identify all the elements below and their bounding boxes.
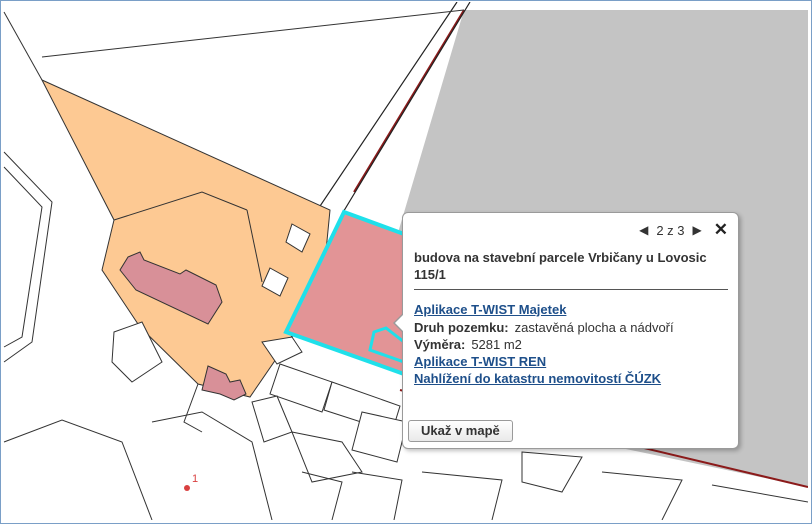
popup-pager: ◀ 2 z 3 ▶ ✕ bbox=[639, 220, 728, 240]
link-cuzk[interactable]: Nahlížení do katastru nemovitostí ČÚZK bbox=[414, 371, 661, 386]
show-on-map-button[interactable]: Ukaž v mapě bbox=[408, 420, 513, 442]
parcel-outline bbox=[151, 411, 273, 520]
point-marker[interactable] bbox=[184, 485, 190, 491]
parcel-outline bbox=[601, 471, 683, 520]
row-ren: Aplikace T-WIST REN bbox=[414, 354, 546, 370]
druh-pozemku-value: zastavěná plocha a nádvoří bbox=[514, 320, 674, 335]
parcel-outline bbox=[291, 431, 363, 483]
druh-pozemku-label: Druh pozemku: bbox=[414, 320, 509, 335]
popup-divider bbox=[414, 289, 728, 290]
close-icon[interactable]: ✕ bbox=[714, 220, 728, 240]
parcel-outline bbox=[351, 471, 403, 520]
parcel-outline bbox=[3, 151, 53, 363]
row-cuzk: Nahlížení do katastru nemovitostí ČÚZK bbox=[414, 371, 661, 387]
parcel-outline bbox=[251, 395, 293, 443]
popup-title: budova na stavební parcele Vrbičany u Lo… bbox=[414, 250, 707, 282]
parcel-outline bbox=[351, 411, 408, 463]
previous-icon[interactable]: ◀ bbox=[639, 223, 648, 237]
parcel-outline bbox=[3, 419, 153, 520]
next-icon[interactable]: ▶ bbox=[693, 223, 702, 237]
map-frame: 1 ◀ 2 z 3 ▶ ✕ budova na stavební parcele… bbox=[0, 0, 812, 524]
row-majetek: Aplikace T-WIST Majetek bbox=[414, 302, 566, 318]
parcel-outline bbox=[3, 11, 43, 81]
vymera-label: Výměra: bbox=[414, 337, 466, 352]
link-twist-ren[interactable]: Aplikace T-WIST REN bbox=[414, 354, 546, 369]
row-druh-pozemku: Druh pozemku: zastavěná plocha a nádvoří bbox=[414, 320, 674, 336]
parcel-outline bbox=[521, 451, 583, 493]
identify-popup: ◀ 2 z 3 ▶ ✕ budova na stavební parcele V… bbox=[393, 212, 739, 449]
parcel-outline bbox=[41, 9, 465, 58]
parcel-outline bbox=[421, 471, 503, 520]
row-vymera: Výměra: 5281 m2 bbox=[414, 337, 522, 353]
parcel-outline bbox=[711, 484, 808, 503]
link-twist-majetek[interactable]: Aplikace T-WIST Majetek bbox=[414, 302, 566, 317]
parcel-outline bbox=[183, 383, 203, 433]
vymera-value: 5281 m2 bbox=[471, 337, 522, 352]
pager-text: 2 z 3 bbox=[656, 222, 685, 238]
point-label: 1 bbox=[192, 473, 198, 485]
